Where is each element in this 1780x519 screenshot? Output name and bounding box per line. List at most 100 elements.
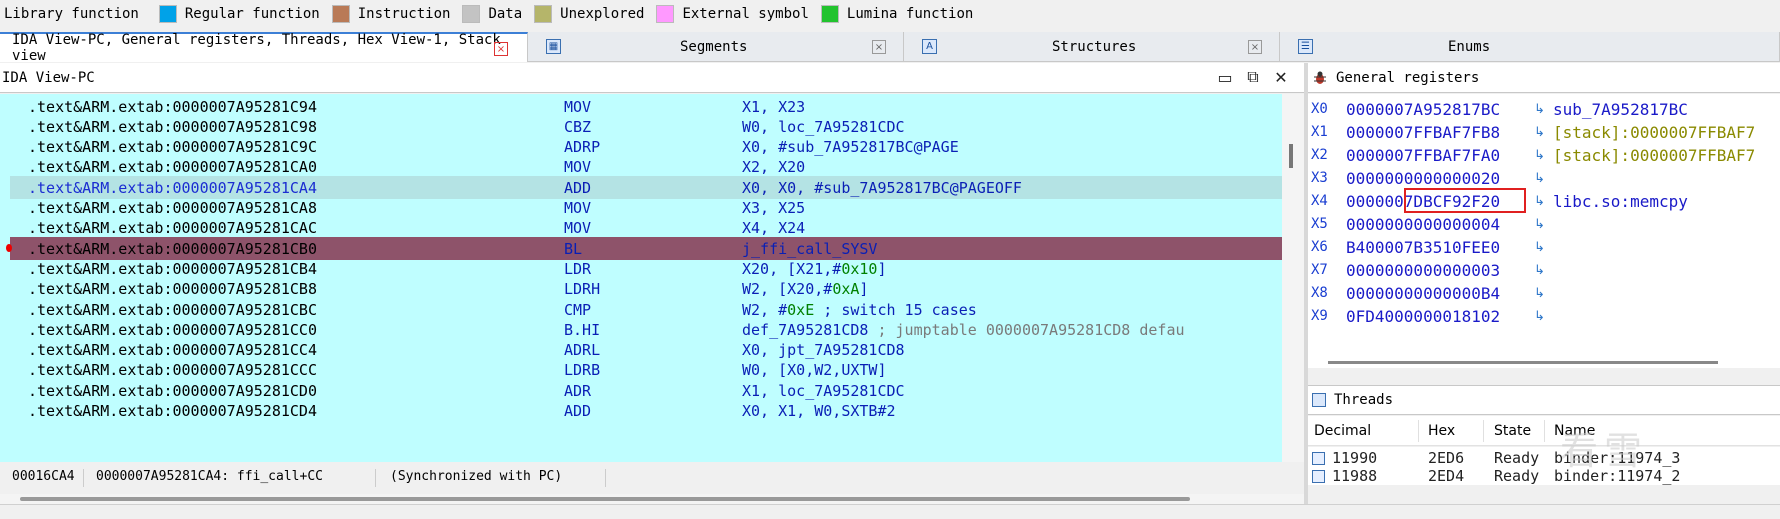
register-reference[interactable]: libc.so:memcpy [1553, 192, 1688, 211]
register-row[interactable]: X9 0FD4000000018102 ↳ [1308, 303, 1780, 329]
register-value[interactable]: B400007B3510FEE0 [1346, 238, 1500, 257]
operand-text: ] [859, 280, 869, 299]
register-value[interactable]: 0000000000000004 [1346, 215, 1500, 234]
operand-text: X2, X20 [742, 158, 806, 177]
tab-enums[interactable]: ☰ Enums [1280, 32, 1780, 62]
close-icon[interactable]: × [872, 40, 886, 54]
jump-arrow-icon[interactable]: ↳ [1534, 263, 1545, 278]
close-icon[interactable]: × [1248, 40, 1262, 54]
register-reference[interactable]: [stack]:0000007FFBAF7 [1553, 146, 1755, 165]
tab-ida-view-pc[interactable]: IDA View-PC, General registers, Threads,… [0, 32, 528, 64]
legend-item: Unexplored [534, 5, 644, 23]
legend-label: Regular function [184, 6, 320, 22]
thread-row[interactable]: 11988 2ED4 Ready binder:11974_2 [1308, 466, 1780, 485]
column-header-decimal[interactable]: Decimal [1314, 423, 1371, 439]
scrollbar-thumb[interactable] [1328, 361, 1718, 364]
jump-arrow-icon[interactable]: ↳ [1534, 194, 1545, 209]
jump-arrow-icon[interactable]: ↳ [1534, 309, 1545, 324]
instruction-mnemonic: B.HI [564, 320, 601, 339]
jump-arrow-icon[interactable]: ↳ [1534, 286, 1545, 301]
vertical-scrollbar[interactable] [1282, 94, 1304, 462]
legend-item: Library function [4, 6, 147, 22]
breakpoint-icon[interactable] [6, 244, 12, 253]
operand-text: X4, X24 [742, 219, 806, 238]
line-address: .text&ARM.extab:0000007A95281CB8 [28, 280, 317, 299]
legend-item: Data [462, 5, 522, 23]
thread-decimal: 11988 [1332, 467, 1378, 485]
horizontal-scrollbar[interactable] [1308, 356, 1780, 368]
operand-text: X0, X0, #sub_7A952817BC@PAGEOFF [742, 178, 1022, 197]
status-sync: (Synchronized with PC) [390, 469, 606, 487]
registers-view[interactable]: X0 0000007A952817BC ↳ sub_7A952817BC X1 00000… [1308, 94, 1780, 356]
operand-text: X0, #sub_7A952817BC@PAGE [742, 138, 959, 157]
immediate-value: 0xE [787, 300, 815, 319]
instruction-mnemonic: ADRP [564, 138, 601, 157]
gutter[interactable] [0, 94, 10, 462]
instruction-mnemonic: MOV [564, 199, 592, 217]
operand-text: j_ffi_call_SYSV [742, 239, 878, 258]
instruction-mnemonic: MOV [564, 158, 592, 177]
immediate-value: 0xA [832, 280, 860, 299]
jump-arrow-icon[interactable]: ↳ [1534, 102, 1545, 117]
register-value[interactable]: 0000007FFBAF7FA0 [1346, 146, 1500, 165]
minimize-icon[interactable]: ▭ [1216, 68, 1234, 87]
thread-row[interactable]: 11990 2ED6 Ready binder:11974_3 [1308, 448, 1780, 468]
instruction-operands: X0, X1, W0,SXTB#2 [742, 402, 896, 420]
scrollbar-thumb[interactable] [1289, 144, 1293, 168]
instruction-operands: X0, #sub_7A952817BC@PAGE [742, 138, 959, 156]
restore-icon[interactable]: ⧉ [1244, 67, 1262, 86]
instruction-mnemonic: MOV [564, 219, 592, 238]
column-header-hex[interactable]: Hex [1428, 423, 1455, 439]
register-reference[interactable]: [stack]:0000007FFBAF7 [1553, 123, 1755, 142]
jump-arrow-icon[interactable]: ↳ [1534, 148, 1545, 163]
operand-text: W0, [X0,W2,UXTW] [742, 361, 887, 380]
legend-swatch [656, 5, 675, 23]
instruction-mnemonic: LDR [564, 259, 592, 278]
tab-label: IDA View-PC, General registers, Threads,… [12, 32, 501, 64]
instruction-operands: def_7A95281CD8 ; jumptable 0000007A95281… [742, 321, 1185, 339]
register-value[interactable]: 00000000000000B4 [1346, 284, 1500, 303]
line-address: .text&ARM.extab:0000007A95281CAC [28, 219, 317, 238]
thread-state: Ready [1494, 467, 1540, 485]
close-icon[interactable]: ✕ [1272, 68, 1290, 87]
line-address: .text&ARM.extab:0000007A95281CB4 [28, 259, 317, 278]
instruction-operands: W0, loc_7A95281CDC [742, 118, 905, 136]
jump-arrow-icon[interactable]: ↳ [1534, 125, 1545, 140]
close-icon[interactable]: × [494, 42, 508, 56]
register-name: X6 [1311, 239, 1328, 255]
register-value[interactable]: 0000007FFBAF7FB8 [1346, 123, 1500, 142]
tab-structures[interactable]: A Structures × [904, 32, 1280, 62]
bug-icon [1312, 70, 1328, 86]
instruction-mnemonic: ADR [564, 381, 592, 400]
operand-text: X20, [X21,# [742, 259, 842, 278]
jump-arrow-icon[interactable]: ↳ [1534, 240, 1545, 255]
threads-list[interactable]: 11990 2ED6 Ready binder:11974_3 11988 2ED4 Rea… [1308, 447, 1780, 485]
line-address: .text&ARM.extab:0000007A95281CD0 [28, 381, 317, 400]
legend-swatch [462, 5, 481, 23]
register-name: X5 [1311, 216, 1328, 232]
tab-label: Enums [1448, 39, 1491, 55]
tab-label: Segments [680, 39, 748, 55]
bottom-strip [0, 504, 1780, 519]
column-header-state[interactable]: State [1494, 423, 1531, 439]
jump-arrow-icon[interactable]: ↳ [1534, 171, 1545, 186]
jump-arrow-icon[interactable]: ↳ [1534, 217, 1545, 232]
legend-swatch [534, 5, 553, 23]
register-value[interactable]: 0000000000000003 [1346, 261, 1500, 280]
tab-segments[interactable]: ▦ Segments × [528, 32, 904, 62]
register-value[interactable]: 0FD4000000018102 [1346, 307, 1500, 326]
disassembly-view[interactable]: .text&ARM.extab:0000007A95281C94 MOV X1, X… [0, 94, 1282, 462]
thread-icon [1312, 469, 1325, 483]
instruction-operands: X20, [X21,#0x10] [742, 260, 887, 278]
instruction-operands: X2, X20 [742, 158, 805, 176]
line-address: .text&ARM.extab:0000007A95281C9C [28, 138, 317, 157]
code-line[interactable]: .text&ARM.extab:0000007A95281CD4 ADD X0, X… [10, 400, 1282, 423]
register-reference[interactable]: sub_7A952817BC [1553, 100, 1688, 119]
instruction-operands: j_ffi_call_SYSV [742, 240, 877, 258]
register-value[interactable]: 0000007A952817BC [1346, 100, 1500, 119]
line-address: .text&ARM.extab:0000007A95281CA0 [28, 158, 317, 177]
register-value[interactable]: 0000000000000020 [1346, 169, 1500, 188]
scrollbar-thumb[interactable] [20, 497, 1190, 501]
horizontal-scrollbar[interactable] [0, 494, 1304, 504]
immediate-value: 0x10 [841, 259, 878, 278]
